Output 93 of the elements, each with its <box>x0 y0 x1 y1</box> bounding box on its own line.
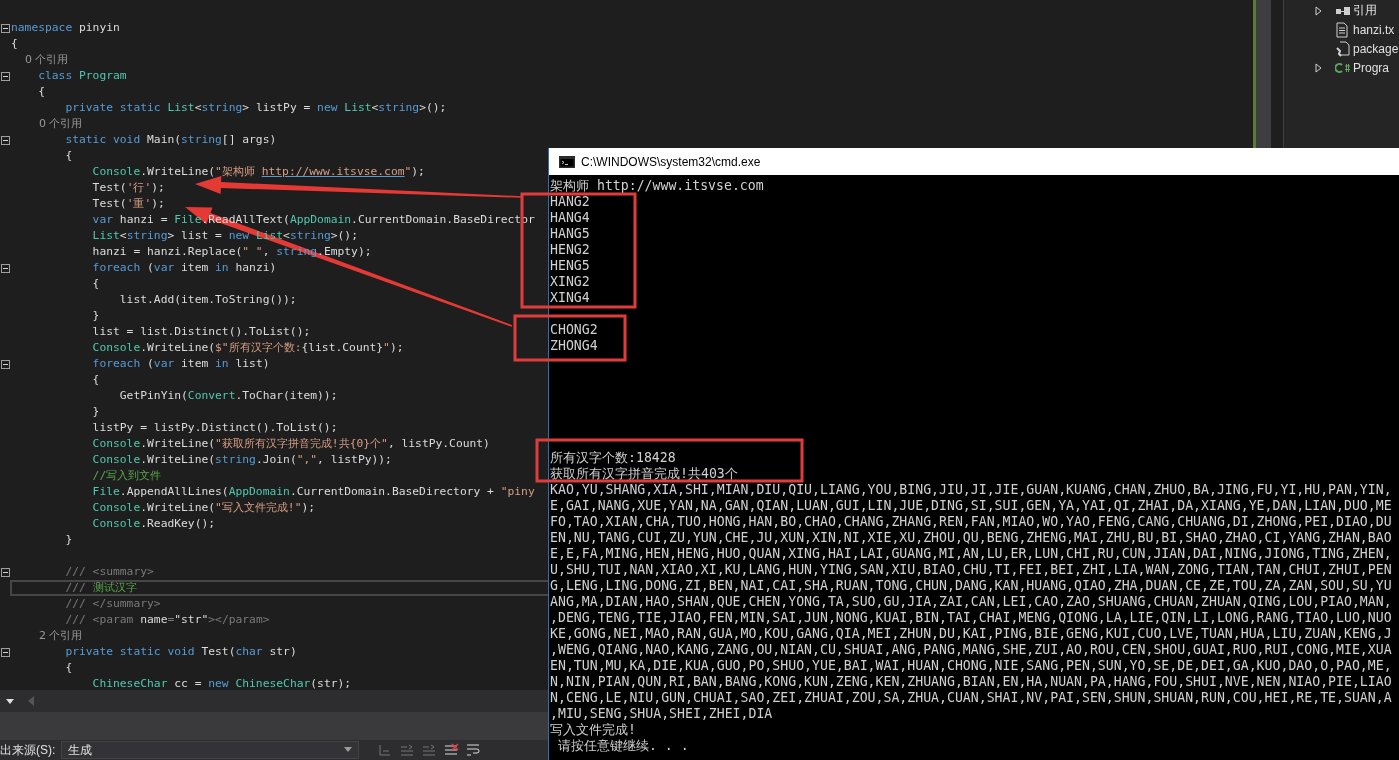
code-line: static void Main(string[] args) <box>64 132 277 148</box>
tree-item[interactable]: hanzi.tx <box>1284 20 1399 39</box>
console-line: HANG4 <box>550 210 591 226</box>
console-icon <box>559 155 575 168</box>
code-line: /// </summary> <box>64 596 161 612</box>
tree-item[interactable]: package <box>1284 39 1399 58</box>
source-label: 出来源(S): <box>0 741 56 759</box>
console-line: XING4 <box>550 290 591 306</box>
code-line: listPy = listPy.Distinct().ToList(); <box>91 420 338 436</box>
code-line: Test('重'); <box>91 196 165 212</box>
code-line: list = list.Distinct().ToList(); <box>91 324 311 340</box>
reference-count[interactable]: 2 个引用 <box>11 628 83 644</box>
code-line: } <box>91 404 100 420</box>
console-line: 获取所有汉字拼音完成!共403个 <box>550 466 739 482</box>
code-line: foreach (var item in list) <box>91 356 270 372</box>
references-icon <box>1335 4 1351 17</box>
caret-icon[interactable] <box>1315 62 1322 73</box>
code-line: File.AppendAllLines(AppDomain.CurrentDomain.BaseDirectory + "piny <box>91 484 535 500</box>
console-line: E,E,FA,MING,HEN,HENG,HUO,QUAN,XING,HAI,LAI,GUANG,MI,AN,LU,ER,LUN,CHI,RU,CUN,JIAN,DAI,NING,JIONG,TING,ZHEN, <box>550 546 1393 562</box>
code-line: Test('行'); <box>91 180 165 196</box>
console-line: ,WENG,QIANG,NAO,KANG,ZANG,OU,NIAN,CU,SHUAI,ANG,PANG,MANG,SHE,ZUI,AO,ROU,CEN,SHOU,GUAI,RUO,RUI,CONG,MIE,XUA <box>550 642 1393 658</box>
source-dropdown[interactable]: 生成 <box>61 741 360 759</box>
console-line: U,SHU,TUI,NAN,XIAO,XI,KU,LANG,HUN,YING,SAN,XIU,BIAO,CHU,TI,FEI,BEI,ZHI,LIA,WAN,ZONG,TIAN,TAN,CHUI,ZHUI,PEN <box>550 562 1393 578</box>
console-line: HANG2 <box>550 194 591 210</box>
console-line: XING2 <box>550 274 591 290</box>
console-line: FO,TAO,XIAN,CHA,TUO,HONG,HAN,BO,CHAO,CHANG,ZHANG,REN,FAN,MIAO,WO,YAO,FENG,CANG,CHUANG,DI,ZHONG,PEI,DIAO,DU <box>550 514 1393 530</box>
console-line: EN,TUN,MU,KA,DIE,KUA,GUO,PO,SHUO,YUE,BAI,WAI,HUAN,CHONG,NIE,SANG,PEN,SUN,YO,SE,DE,DEI,GA,KUO,DAO,O,PAO,ME, <box>550 658 1393 674</box>
code-line: { <box>37 84 45 100</box>
code-line: ChineseChar cc = new ChineseChar(str); <box>91 676 352 690</box>
dropdown-icon[interactable] <box>4 696 16 706</box>
console-line: 请按任意键继续. . . <box>556 738 690 754</box>
code-line: /// <summary> <box>64 564 154 580</box>
reference-count[interactable]: 0 个引用 <box>11 52 69 68</box>
console-line: CHONG2 <box>550 322 599 338</box>
collapse-icon[interactable] <box>1 71 10 81</box>
code-line: GetPinYin(Convert.ToChar(item)); <box>118 388 338 404</box>
console-line: HENG5 <box>550 258 591 274</box>
code-line: private static List<string> listPy = new List<string>(); <box>64 100 447 116</box>
console-line: ZHONG4 <box>550 338 599 354</box>
config-file-icon <box>1335 40 1351 57</box>
console-line: 架构师 http://www.itsvse.com <box>550 178 765 194</box>
code-line: Console.WriteLine("架构师 http://www.itsvse.com"); <box>91 164 425 180</box>
collapse-icon[interactable] <box>1 263 10 273</box>
collapse-icon[interactable] <box>1 567 10 577</box>
collapse-icon[interactable] <box>1 647 10 657</box>
code-line: } <box>64 532 73 548</box>
reference-count[interactable]: 0 个引用 <box>11 116 83 132</box>
code-line: list.Add(item.ToString()); <box>118 292 297 308</box>
console-line: ,DENG,TENG,TIE,JIAO,FEN,MIN,SAI,JUN,NONG,KUAI,BIN,TAI,CHAI,MENG,QIONG,LA,LIE,QIN,LI,LONG,RANG,TIAO,LUO,NUO <box>550 610 1393 626</box>
code-line: class Program <box>37 68 127 84</box>
code-line: { <box>64 660 73 676</box>
code-line: } <box>91 308 100 324</box>
console-line: 所有汉字个数:18428 <box>550 450 677 466</box>
collapse-icon[interactable] <box>1 23 10 33</box>
code-line: Console.ReadKey(); <box>91 516 216 532</box>
tree-item[interactable]: Progra <box>1284 58 1399 77</box>
console-line: EN,NU,TANG,CUI,ZU,YUN,CHE,JU,XUN,XIN,NI,XIE,XU,ZHOU,QU,BENG,ZHENG,MAI,ZHU,BU,BI,SHAO,ZHAO,CI,YANG,ZHAN,BAO <box>550 530 1393 546</box>
code-line: private static void Test(char str) <box>64 644 297 660</box>
console-line: N,CENG,LE,NIU,GUN,CHUAI,SAO,ZEI,ZHUAI,ZOU,SA,ZHUA,CUAN,SHAI,NV,PAI,SEN,SHUN,SHUAN,RUN,COU,HEI,RE,TE,SUAN,A <box>550 690 1393 706</box>
console-line: 写入文件完成! <box>550 722 637 738</box>
csharp-file-icon <box>1335 61 1351 74</box>
scrollbar[interactable] <box>1253 0 1271 148</box>
code-line: /// 测试汉字 <box>64 580 137 596</box>
tree-item[interactable]: 引用 <box>1284 1 1399 20</box>
code-line: Console.WriteLine("获取所有汉字拼音完成!共{0}个", listPy.Count) <box>91 436 490 452</box>
caret-icon[interactable] <box>344 747 353 753</box>
console-line: KAO,YU,SHANG,XIA,SHI,MIAN,DIU,QIU,LIANG,YOU,BING,JIU,JI,JIE,GUAN,KUANG,CHAN,ZHUO,BA,JING,FU,YI,HU,PAN,YIN, <box>550 482 1393 498</box>
console-line: N,NIN,PIAN,QUN,RI,BAN,BANG,KONG,KUN,ZENG,KEN,ZHUANG,BIAN,EN,HA,NUAN,PA,HANG,FOU,SHUI,NVE,NEN,NIAO,PIE,LIAO <box>550 674 1393 690</box>
code-line: { <box>91 276 100 292</box>
console-line: HENG2 <box>550 242 591 258</box>
code-line: foreach (var item in hanzi) <box>91 260 277 276</box>
clear-all-icon[interactable] <box>443 743 460 757</box>
code-line: Console.WriteLine(string.Join(",", listPy)); <box>91 452 392 468</box>
code-line: //写入到文件 <box>91 468 162 484</box>
word-wrap-icon[interactable] <box>465 743 482 757</box>
document-icon <box>1335 21 1349 38</box>
code-line: /// <param name="str"></param> <box>64 612 270 628</box>
console-line: E,GAI,NANG,XUE,YAN,NA,GAN,QIAN,LUAN,GUI,LIN,JUE,DING,SI,SUI,GEN,YA,YAI,QI,ZHAI,DA,XIANG,YE,DAN,LIAN,DUO,ME <box>550 498 1393 514</box>
collapse-icon[interactable] <box>1 135 10 145</box>
code-line: namespace pinyin <box>11 20 120 36</box>
console-line: G,LENG,LING,DONG,ZI,BEN,NAI,CAI,SHA,RUAN,TONG,CHUN,DANG,KAN,HUANG,QIAO,ZHA,DUAN,CE,ZE,TOU,ZA,ZAN,SOU,SU,YU <box>550 578 1393 594</box>
console-line: ,MIU,SENG,SHUA,SHEI,ZHEI,DIA <box>550 706 774 722</box>
code-line: Console.WriteLine("写入文件完成!"); <box>91 500 316 516</box>
code-line: { <box>11 36 18 52</box>
window-title: C:\WINDOWS\system32\cmd.exe <box>581 154 761 169</box>
code-line: Console.WriteLine($"所有汉字个数:{list.Count}"); <box>91 340 404 356</box>
console-line: KE,GONG,NEI,MAO,RAN,GUA,MO,KOU,GANG,QIA,MEI,ZHUN,DU,KAI,PING,BIE,GENG,KUI,CUO,LVE,TUAN,HUA,LIU,ZUAN,KENG,J <box>550 626 1393 642</box>
code-line: { <box>91 372 100 388</box>
caret-icon[interactable] <box>1315 5 1322 16</box>
console-line: HANG5 <box>550 226 591 242</box>
collapse-icon[interactable] <box>1 359 10 369</box>
console-line: ANG,MA,DIAN,HAO,SHAN,QUE,CHEN,YONG,TA,SUO,GU,JIA,ZAI,CAN,LEI,CAO,ZAO,SHUANG,CHUAN,ZHUAN,QING,LOU,PIAO,MAN, <box>550 594 1393 610</box>
code-line: { <box>64 148 73 164</box>
